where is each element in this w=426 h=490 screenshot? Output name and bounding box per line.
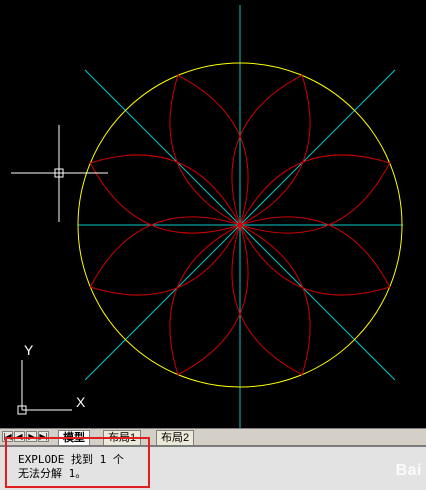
petal-arc [231,224,311,376]
ucs-icon [17,360,72,415]
tab-layout2[interactable]: 布局2 [156,430,195,445]
command-line-1: EXPLODE 找到 1 个 [18,453,124,466]
layout-tab-bar: |◀ ◀ ▶ ▶| 模型 布局1 布局2 [0,428,426,446]
petal-arc [239,154,391,234]
ucs-x-label: X [76,394,86,410]
petal-arc [169,224,249,376]
next-icon[interactable]: ▶ [26,431,37,442]
command-line[interactable]: EXPLODE 找到 1 个 无法分解 1。 [0,445,426,490]
first-icon[interactable]: |◀ [2,431,13,442]
command-line-2: 无法分解 1。 [18,467,87,480]
petal-arc [169,74,249,226]
tab-layout1[interactable]: 布局1 [103,430,142,445]
prev-icon[interactable]: ◀ [14,431,25,442]
ucs-y-label: Y [24,342,34,358]
watermark-logo: Bai [395,462,422,479]
petal-arc [239,216,391,296]
crosshair-cursor-icon [11,125,108,222]
drawing-svg[interactable]: Y X [0,0,426,428]
petal-arc [231,74,311,226]
tab-model[interactable]: 模型 [58,430,90,445]
last-icon[interactable]: ▶| [38,431,49,442]
petal-arc [89,154,241,234]
drawing-canvas[interactable]: Y X [0,0,426,428]
petal-arc [89,216,241,296]
